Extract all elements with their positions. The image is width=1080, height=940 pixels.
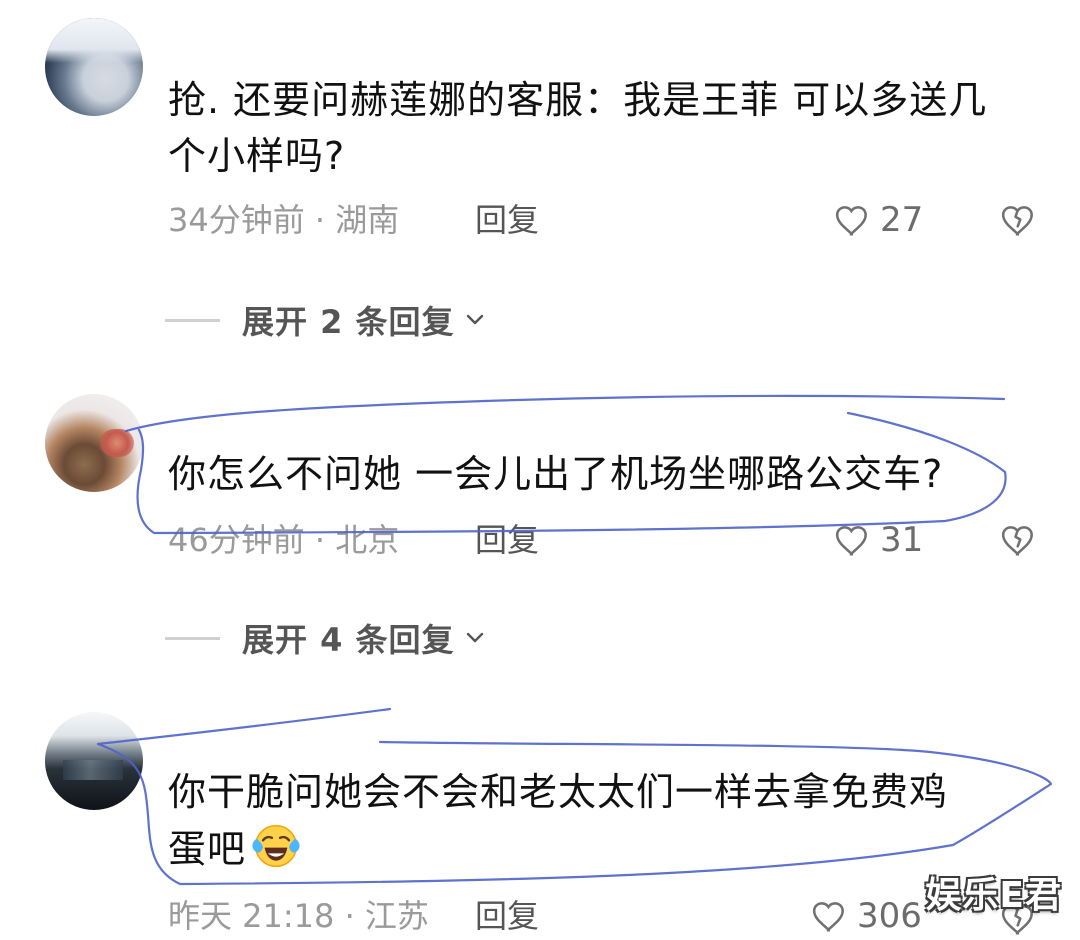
like-count-1: 27 [880,200,924,240]
heart-outline-icon [835,206,867,236]
comment-location-2: 北京 [335,521,400,559]
laughing-crying-face-icon [252,824,300,868]
expand-replies-button-1[interactable]: 展开 2 条回复 [165,300,487,341]
expand-replies-button-2[interactable]: 展开 4 条回复 [165,618,487,659]
comment-time-1: 34分钟前 [168,201,305,239]
comment-time-2: 46分钟前 [168,521,305,559]
comment-time-location-3: 昨天 21:18 · 江苏 [168,892,429,940]
comment-time-location-1: 34分钟前 · 湖南 [168,196,399,244]
chevron-down-icon [466,314,483,325]
comment-time-location-2: 46分钟前 · 北京 [168,516,399,564]
broken-heart-icon[interactable] [1000,201,1038,239]
like-button-3[interactable]: 306 [811,892,922,940]
expand-divider-2 [165,636,220,640]
comment-text-2: 你怎么不问她 一会儿出了机场坐哪路公交车? [168,452,944,496]
comment-meta-3: 昨天 21:18 · 江苏 回复 306 [168,892,1038,940]
broken-heart-icon[interactable] [1000,521,1038,559]
chevron-down-icon [466,632,483,643]
comment-location-3: 江苏 [364,897,429,935]
comment-meta-2: 46分钟前 · 北京 回复 31 [168,516,1038,564]
like-button-1[interactable]: 27 [834,196,923,244]
reply-button-1[interactable]: 回复 [475,196,539,244]
reply-button-3[interactable]: 回复 [475,892,539,940]
expand-replies-label-2: 展开 4 条回复 [242,621,455,659]
reply-button-2[interactable]: 回复 [475,516,539,564]
comment-location-1: 湖南 [335,201,400,239]
user-avatar-2[interactable] [45,394,143,492]
user-avatar-3[interactable] [45,712,143,810]
comment-text-1: 抢. 还要问赫莲娜的客服：我是王菲 可以多送几 个小样吗? [168,78,988,178]
meta-separator-2: · [304,521,336,559]
watermark: 娱乐E君 [925,875,1062,916]
like-count-2: 31 [880,520,924,560]
comment-time-3: 昨天 21:18 [168,897,335,935]
comment-text-3: 你干脆问她会不会和老太太们一样去拿免费鸡 蛋吧 [168,764,1043,877]
expand-replies-label-1: 展开 2 条回复 [242,303,455,341]
meta-separator-1: · [304,201,336,239]
expand-divider-1 [165,318,220,322]
heart-outline-icon [812,902,844,932]
comment-meta-1: 34分钟前 · 湖南 回复 27 [168,196,1038,244]
like-button-2[interactable]: 31 [834,516,923,564]
like-count-3: 306 [857,896,922,936]
heart-outline-icon [835,526,867,556]
user-avatar-1[interactable] [45,18,143,116]
meta-separator-3: · [334,897,365,935]
